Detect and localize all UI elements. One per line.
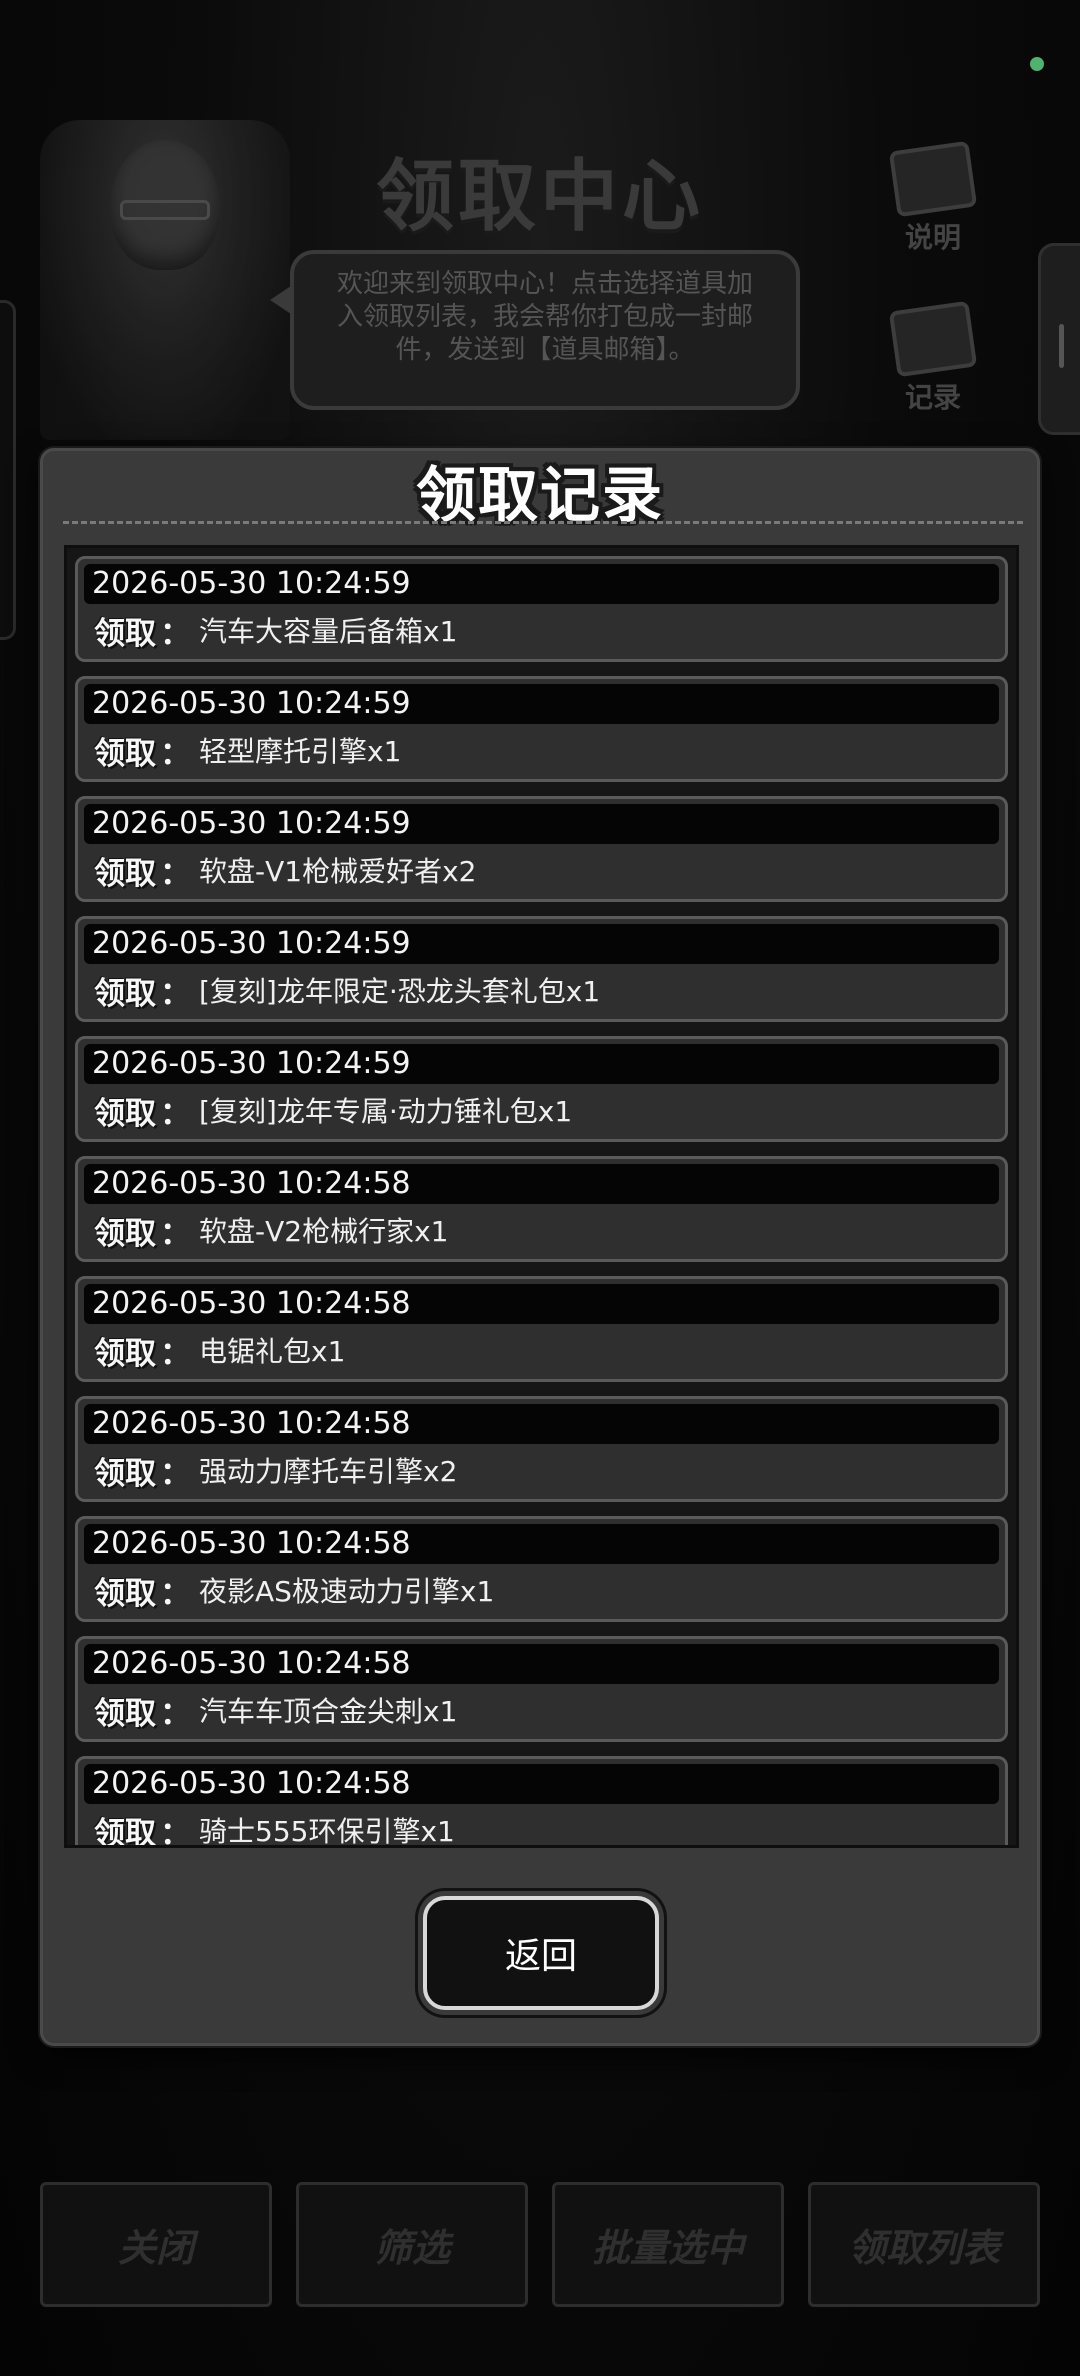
- record-timestamp: 2026-05-30 10:24:59: [84, 804, 999, 844]
- record-receive-label: 领取: [94, 1095, 156, 1132]
- record-receive-label: 领取: [94, 1335, 156, 1372]
- record-colon: ：: [160, 1695, 191, 1732]
- record-item-name: 电锯礼包x1: [199, 1335, 346, 1368]
- dialog-title-wrap: 领取记录: [43, 443, 1037, 531]
- record-item: 2026-05-30 10:24:59 领取：轻型摩托引擎x1: [75, 676, 1008, 782]
- character-glasses: [120, 200, 210, 220]
- record-item-name: 软盘-V1枪械爱好者x2: [199, 855, 477, 888]
- record-item-name: 汽车车顶合金尖刺x1: [199, 1695, 458, 1728]
- record-item-name: [复刻]龙年限定·恐龙头套礼包x1: [199, 975, 601, 1008]
- record-item-name: 骑士555环保引擎x1: [199, 1815, 455, 1848]
- record-item: 2026-05-30 10:24:58 领取：夜影AS极速动力引擎x1: [75, 1516, 1008, 1622]
- help-button-label: 说明: [904, 221, 961, 254]
- help-button[interactable]: 说明: [878, 140, 988, 256]
- record-timestamp: 2026-05-30 10:24:59: [84, 924, 999, 964]
- record-item-name: 软盘-V2枪械行家x1: [199, 1215, 449, 1248]
- record-colon: ：: [160, 855, 191, 892]
- record-receive-label: 领取: [94, 855, 156, 892]
- record-item: 2026-05-30 10:24:58 领取：骑士555环保引擎x1: [75, 1756, 1008, 1848]
- record-colon: ：: [160, 615, 191, 652]
- record-item: 2026-05-30 10:24:59 领取： [复刻]龙年限定·恐龙头套礼包x1: [75, 916, 1008, 1022]
- claim-list-button[interactable]: 领取列表: [808, 2182, 1040, 2307]
- record-timestamp: 2026-05-30 10:24:58: [84, 1284, 999, 1324]
- record-timestamp: 2026-05-30 10:24:58: [84, 1764, 999, 1804]
- record-colon: ：: [160, 1455, 191, 1492]
- record-colon: ：: [160, 1575, 191, 1612]
- record-detail-row: 领取：骑士555环保引擎x1: [84, 1804, 999, 1848]
- record-button[interactable]: 记录: [878, 300, 988, 416]
- record-timestamp: 2026-05-30 10:24:58: [84, 1404, 999, 1444]
- record-detail-row: 领取：强动力摩托车引擎x2: [84, 1444, 999, 1496]
- record-timestamp: 2026-05-30 10:24:58: [84, 1524, 999, 1564]
- record-list-scroll[interactable]: 2026-05-30 10:24:59 领取：汽车大容量后备箱x1 2026-05-…: [64, 545, 1019, 1848]
- record-detail-row: 领取：软盘-V2枪械行家x1: [84, 1204, 999, 1256]
- record-detail-row: 领取：软盘-V1枪械爱好者x2: [84, 844, 999, 896]
- record-item-name: 轻型摩托引擎x1: [199, 735, 402, 768]
- record-timestamp: 2026-05-30 10:24:59: [84, 1044, 999, 1084]
- bottom-action-bar: 关闭 筛选 批量选中 领取列表: [40, 2182, 1040, 2307]
- record-colon: ：: [160, 1335, 191, 1372]
- record-timestamp: 2026-05-30 10:24:58: [84, 1644, 999, 1684]
- record-detail-row: 领取： [复刻]龙年限定·恐龙头套礼包x1: [84, 964, 999, 1016]
- side-panel-handle[interactable]: [1038, 243, 1080, 435]
- record-receive-label: 领取: [94, 1215, 156, 1252]
- record-receive-label: 领取: [94, 1695, 156, 1732]
- record-receive-label: 领取: [94, 1455, 156, 1492]
- record-item-name: 强动力摩托车引擎x2: [199, 1455, 458, 1488]
- character-portrait: [40, 120, 290, 440]
- back-button[interactable]: 返回: [423, 1896, 659, 2010]
- record-item-name: 汽车大容量后备箱x1: [199, 615, 458, 648]
- status-indicator-dot: [1030, 57, 1044, 71]
- handle-grip: [1059, 324, 1064, 368]
- record-receive-label: 领取: [94, 615, 156, 652]
- record-detail-row: 领取： [复刻]龙年专属·动力锤礼包x1: [84, 1084, 999, 1136]
- record-button-label: 记录: [904, 381, 961, 414]
- record-item: 2026-05-30 10:24:59 领取： [复刻]龙年专属·动力锤礼包x1: [75, 1036, 1008, 1142]
- record-item: 2026-05-30 10:24:59 领取：软盘-V1枪械爱好者x2: [75, 796, 1008, 902]
- record-receive-label: 领取: [94, 975, 156, 1012]
- record-item: 2026-05-30 10:24:58 领取：电锯礼包x1: [75, 1276, 1008, 1382]
- record-colon: ：: [160, 735, 191, 772]
- record-detail-row: 领取：轻型摩托引擎x1: [84, 724, 999, 776]
- record-timestamp: 2026-05-30 10:24:58: [84, 1164, 999, 1204]
- record-list: 2026-05-30 10:24:59 领取：汽车大容量后备箱x1 2026-05-…: [75, 556, 1008, 1848]
- record-item: 2026-05-30 10:24:58 领取：强动力摩托车引擎x2: [75, 1396, 1008, 1502]
- record-item: 2026-05-30 10:24:59 领取：汽车大容量后备箱x1: [75, 556, 1008, 662]
- batch-select-button[interactable]: 批量选中: [552, 2182, 784, 2307]
- record-timestamp: 2026-05-30 10:24:59: [84, 564, 999, 604]
- record-item-name: [复刻]龙年专属·动力锤礼包x1: [199, 1095, 573, 1128]
- book-icon: [888, 140, 978, 218]
- title-divider: [63, 521, 1023, 524]
- record-detail-row: 领取：电锯礼包x1: [84, 1324, 999, 1376]
- clipboard-icon: [888, 300, 978, 378]
- record-detail-row: 领取：汽车大容量后备箱x1: [84, 604, 999, 656]
- record-colon: ：: [160, 1095, 191, 1132]
- dialog-title: 领取记录: [416, 461, 664, 531]
- background-title: 领取中心: [375, 152, 704, 242]
- record-item: 2026-05-30 10:24:58 领取：软盘-V2枪械行家x1: [75, 1156, 1008, 1262]
- record-colon: ：: [160, 975, 191, 1012]
- record-colon: ：: [160, 1215, 191, 1252]
- welcome-speech-bubble: 欢迎来到领取中心！点击选择道具加入领取列表，我会帮你打包成一封邮件，发送到【道具…: [270, 250, 800, 410]
- claim-record-dialog: 领取记录 2026-05-30 10:24:59 领取：汽车大容量后备箱x1 202…: [40, 448, 1040, 2046]
- screen: 领取中心 欢迎来到领取中心！点击选择道具加入领取列表，我会帮你打包成一封邮件，发…: [0, 0, 1080, 2376]
- record-receive-label: 领取: [94, 735, 156, 772]
- record-timestamp: 2026-05-30 10:24:59: [84, 684, 999, 724]
- record-detail-row: 领取：汽车车顶合金尖刺x1: [84, 1684, 999, 1736]
- record-item: 2026-05-30 10:24:58 领取：汽车车顶合金尖刺x1: [75, 1636, 1008, 1742]
- record-receive-label: 领取: [94, 1575, 156, 1612]
- record-colon: ：: [160, 1815, 191, 1848]
- left-edge-panel: [0, 300, 16, 640]
- record-detail-row: 领取：夜影AS极速动力引擎x1: [84, 1564, 999, 1616]
- filter-button[interactable]: 筛选: [296, 2182, 528, 2307]
- record-item-name: 夜影AS极速动力引擎x1: [199, 1575, 495, 1608]
- record-receive-label: 领取: [94, 1815, 156, 1848]
- close-button[interactable]: 关闭: [40, 2182, 272, 2307]
